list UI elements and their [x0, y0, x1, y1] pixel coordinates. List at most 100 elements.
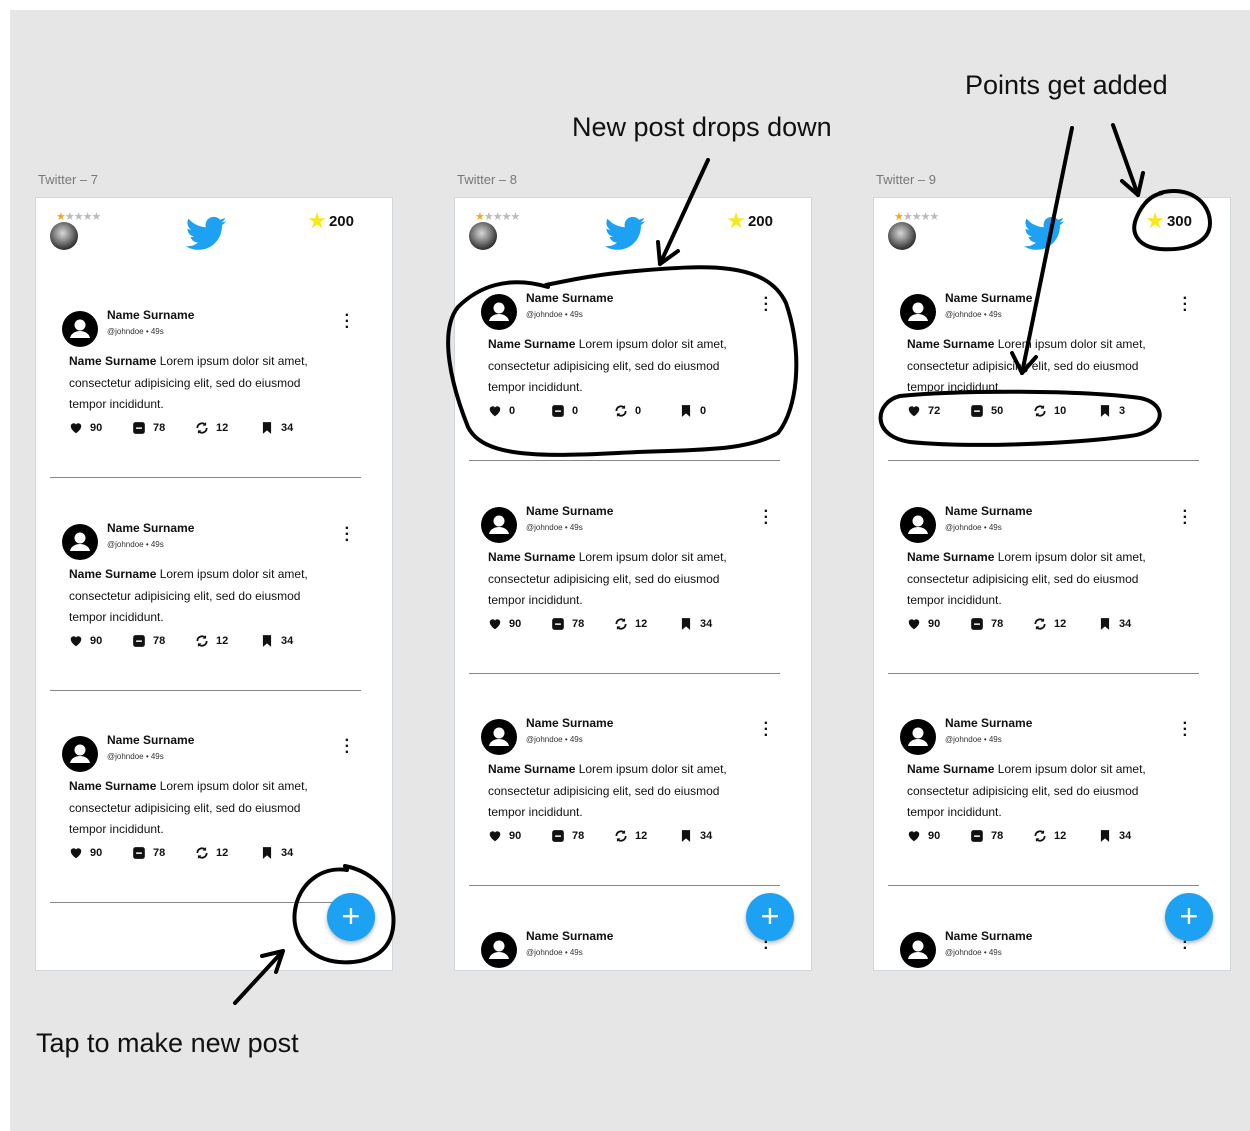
- avatar-icon[interactable]: [900, 719, 936, 755]
- author-name[interactable]: Name Surname: [526, 504, 613, 518]
- annotation-points: Points get added: [965, 70, 1168, 100]
- retweet-count: 12: [216, 847, 229, 859]
- post-card-new[interactable]: Name Surname @johndoe • 49s · · · Name Sur…: [874, 291, 1230, 506]
- avatar-icon[interactable]: [900, 294, 936, 330]
- avatar-icon[interactable]: [62, 524, 98, 560]
- retweet-button[interactable]: 12: [614, 617, 647, 631]
- comment-button[interactable]: 78: [551, 829, 584, 843]
- profile-avatar[interactable]: [469, 222, 497, 250]
- author-name[interactable]: Name Surname: [107, 733, 194, 747]
- more-vert-icon[interactable]: ···: [345, 733, 350, 761]
- author-name[interactable]: Name Surname: [107, 521, 194, 535]
- retweet-button[interactable]: 12: [614, 829, 647, 843]
- more-vert-icon[interactable]: ···: [345, 308, 350, 336]
- post-card[interactable]: Name Surname @johndoe • 49s · · · Name Sur…: [36, 521, 392, 736]
- comment-button[interactable]: 78: [132, 421, 165, 435]
- comment-button[interactable]: 78: [132, 846, 165, 860]
- more-vert-icon[interactable]: ···: [1183, 504, 1188, 532]
- like-button[interactable]: 90: [69, 846, 102, 860]
- bookmark-button[interactable]: 34: [679, 829, 712, 843]
- like-button[interactable]: 90: [907, 829, 940, 843]
- avatar-icon[interactable]: [481, 719, 517, 755]
- bookmark-button[interactable]: 34: [1098, 829, 1131, 843]
- bookmark-button[interactable]: 34: [260, 634, 293, 648]
- profile-avatar[interactable]: [50, 222, 78, 250]
- comment-button[interactable]: 78: [551, 617, 584, 631]
- heart-icon: [489, 406, 501, 417]
- author-handle: @johndoe • 49s: [526, 310, 583, 319]
- post-text: Name Surname Lorem ipsum dolor sit amet,…: [907, 334, 1177, 399]
- comment-button[interactable]: 0: [551, 404, 578, 418]
- bookmark-button[interactable]: 0: [679, 404, 706, 418]
- author-name[interactable]: Name Surname: [945, 929, 1032, 943]
- twitter-bird-icon[interactable]: [182, 212, 230, 254]
- retweet-button[interactable]: 0: [614, 404, 641, 418]
- like-button[interactable]: 90: [69, 634, 102, 648]
- author-name[interactable]: Name Surname: [945, 291, 1032, 305]
- more-vert-icon[interactable]: ···: [1183, 716, 1188, 744]
- like-button[interactable]: 90: [907, 617, 940, 631]
- avatar-icon[interactable]: [62, 736, 98, 772]
- new-post-button[interactable]: +: [327, 893, 375, 941]
- post-card[interactable]: Name Surname @johndoe • 49s · · · Name Sur…: [36, 308, 392, 523]
- twitter-bird-icon[interactable]: [1020, 212, 1068, 254]
- more-vert-icon[interactable]: ···: [345, 521, 350, 549]
- author-name[interactable]: Name Surname: [945, 504, 1032, 518]
- bookmark-count: 34: [1119, 830, 1132, 842]
- avatar-icon[interactable]: [900, 932, 936, 968]
- retweet-button[interactable]: 12: [1033, 617, 1066, 631]
- post-card[interactable]: Name Surname @johndoe • 49s · · · Name Sur…: [874, 504, 1230, 719]
- divider: [888, 460, 1199, 461]
- like-button[interactable]: 90: [69, 421, 102, 435]
- points-counter: ★ 200: [726, 208, 773, 233]
- post-text-author: Name Surname: [488, 550, 576, 564]
- bookmark-button[interactable]: 34: [260, 421, 293, 435]
- bookmark-button[interactable]: 3: [1098, 404, 1125, 418]
- author-name[interactable]: Name Surname: [526, 716, 613, 730]
- like-button[interactable]: 72: [907, 404, 940, 418]
- like-button[interactable]: 90: [488, 617, 521, 631]
- profile-avatar[interactable]: [888, 222, 916, 250]
- author-name[interactable]: Name Surname: [526, 291, 613, 305]
- bookmark-button[interactable]: 34: [1098, 617, 1131, 631]
- bookmark-button[interactable]: 34: [260, 846, 293, 860]
- more-vert-icon[interactable]: ···: [1183, 291, 1188, 319]
- retweet-button[interactable]: 10: [1033, 404, 1066, 418]
- author-handle: @johndoe • 49s: [526, 948, 583, 957]
- author-name[interactable]: Name Surname: [107, 308, 194, 322]
- retweet-button[interactable]: 12: [195, 421, 228, 435]
- author-handle: @johndoe • 49s: [107, 327, 164, 336]
- annotation-new-post: New post drops down: [572, 112, 832, 142]
- bookmark-button[interactable]: 34: [679, 617, 712, 631]
- more-vert-icon[interactable]: ···: [764, 291, 769, 319]
- divider: [50, 690, 361, 691]
- post-card[interactable]: Name Surname @johndoe • 49s · · · Name Sur…: [455, 504, 811, 719]
- retweet-icon: [1034, 830, 1046, 842]
- avatar-icon[interactable]: [481, 507, 517, 543]
- like-count: 90: [90, 635, 103, 647]
- avatar-icon[interactable]: [481, 932, 517, 968]
- comment-button[interactable]: 78: [970, 617, 1003, 631]
- comment-button[interactable]: 78: [132, 634, 165, 648]
- twitter-bird-icon[interactable]: [601, 212, 649, 254]
- retweet-button[interactable]: 12: [1033, 829, 1066, 843]
- comment-button[interactable]: 78: [970, 829, 1003, 843]
- author-name[interactable]: Name Surname: [526, 929, 613, 943]
- avatar-icon[interactable]: [62, 311, 98, 347]
- retweet-button[interactable]: 12: [195, 634, 228, 648]
- post-card-new[interactable]: Name Surname @johndoe • 49s · · · Name Sur…: [455, 291, 811, 506]
- new-post-button[interactable]: +: [1165, 893, 1213, 941]
- author-handle: @johndoe • 49s: [107, 540, 164, 549]
- post-actions: 90 78 12 34: [907, 617, 1167, 635]
- author-handle: @johndoe • 49s: [526, 523, 583, 532]
- avatar-icon[interactable]: [481, 294, 517, 330]
- author-name[interactable]: Name Surname: [945, 716, 1032, 730]
- like-button[interactable]: 0: [488, 404, 515, 418]
- more-vert-icon[interactable]: ···: [764, 504, 769, 532]
- avatar-icon[interactable]: [900, 507, 936, 543]
- comment-button[interactable]: 50: [970, 404, 1003, 418]
- new-post-button[interactable]: +: [746, 893, 794, 941]
- like-button[interactable]: 90: [488, 829, 521, 843]
- more-vert-icon[interactable]: ···: [764, 716, 769, 744]
- retweet-button[interactable]: 12: [195, 846, 228, 860]
